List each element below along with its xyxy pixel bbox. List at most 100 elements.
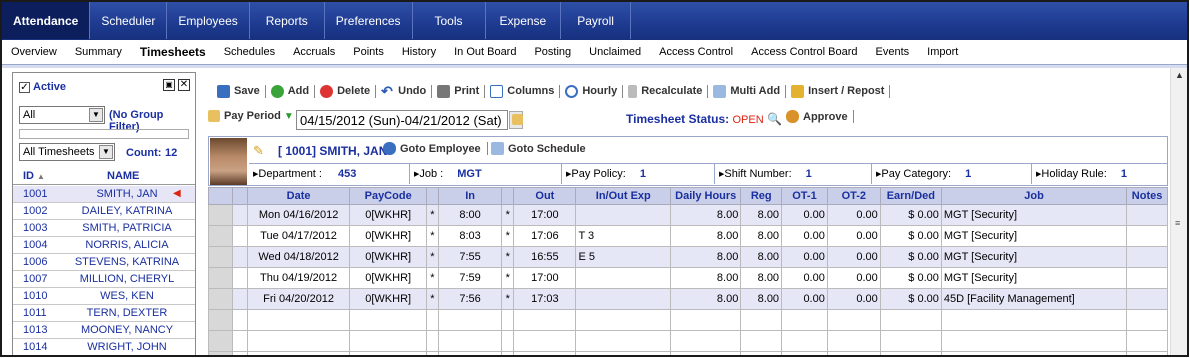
active-checkbox[interactable]: ✓	[19, 81, 30, 93]
cell-out-flag[interactable]: *	[501, 267, 515, 289]
nav-expense[interactable]: Expense	[486, 2, 562, 39]
tab-schedules[interactable]: Schedules	[215, 46, 284, 58]
cell-daily-hours[interactable]: 8.00	[670, 288, 742, 310]
row-flag[interactable]	[232, 204, 248, 226]
row-flag[interactable]	[232, 246, 248, 268]
col-inout-exp[interactable]: In/Out Exp	[575, 187, 672, 205]
tab-posting[interactable]: Posting	[525, 46, 580, 58]
active-filter[interactable]: ✓ Active	[19, 81, 66, 93]
tab-in-out-board[interactable]: In Out Board	[445, 46, 525, 58]
scroll-up-icon[interactable]: ▲	[1175, 70, 1184, 80]
cell-job[interactable]: MGT [Security]	[940, 225, 1128, 247]
cell-inout-exp[interactable]	[575, 267, 672, 289]
tab-history[interactable]: History	[393, 46, 445, 58]
cell-ot2[interactable]: 0.00	[826, 225, 881, 247]
list-item[interactable]: 1004 NORRIS, ALICIA	[13, 237, 195, 254]
nav-reports[interactable]: Reports	[250, 2, 325, 39]
cell-in[interactable]: 8:00	[438, 204, 503, 226]
row-selector[interactable]	[207, 351, 234, 355]
tab-import[interactable]: Import	[918, 46, 967, 58]
cell-job[interactable]: 45D [Facility Management]	[940, 288, 1128, 310]
col-out[interactable]: Out	[513, 187, 577, 205]
nav-employees[interactable]: Employees	[167, 2, 250, 39]
cell-job[interactable]: MGT [Security]	[940, 204, 1128, 226]
cell-ot2[interactable]: 0.00	[826, 288, 881, 310]
nav-tools[interactable]: Tools	[413, 2, 486, 39]
nav-preferences[interactable]: Preferences	[325, 2, 413, 39]
cell-daily-hours[interactable]: 8.00	[670, 225, 742, 247]
nav-attendance[interactable]: Attendance	[2, 2, 91, 39]
cell-notes[interactable]	[1126, 225, 1168, 247]
cell-in-flag[interactable]: *	[425, 267, 440, 289]
cell-inout-exp[interactable]: E 5	[575, 246, 672, 268]
cell-in-flag[interactable]: *	[425, 246, 440, 268]
cell-earn-ded[interactable]: $ 0.00	[879, 204, 942, 226]
nav-scheduler[interactable]: Scheduler	[90, 2, 168, 39]
table-row[interactable]: Thu 04/19/2012 0[WKHR] * 7:59 * 17:00 8.00 8.00…	[207, 267, 1168, 289]
list-item[interactable]: 1014 WRIGHT, JOHN	[13, 339, 195, 355]
tab-events[interactable]: Events	[867, 46, 919, 58]
cell-out-flag[interactable]: *	[501, 288, 515, 310]
cell-reg[interactable]: 8.00	[740, 246, 783, 268]
col-paycode[interactable]: PayCode	[349, 187, 427, 205]
row-selector[interactable]	[207, 267, 234, 289]
list-item[interactable]: 1003 SMITH, PATRICIA	[13, 220, 195, 237]
cell-ot1[interactable]: 0.00	[781, 225, 828, 247]
tab-access-control[interactable]: Access Control	[650, 46, 742, 58]
cell-out[interactable]: 17:00	[513, 204, 577, 226]
cell-ot2[interactable]: 0.00	[826, 246, 881, 268]
cell-earn-ded[interactable]: $ 0.00	[879, 246, 942, 268]
cell-ot1[interactable]: 0.00	[781, 267, 828, 289]
cell-earn-ded[interactable]: $ 0.00	[879, 225, 942, 247]
cell-in-flag[interactable]: *	[425, 225, 440, 247]
undo-button[interactable]: ↶ Undo	[376, 84, 433, 98]
row-selector[interactable]	[207, 225, 234, 247]
cell-in[interactable]: 7:56	[438, 288, 503, 310]
cell-out[interactable]: 17:00	[513, 267, 577, 289]
multi-add-button[interactable]: Multi Add	[708, 84, 787, 98]
cell-paycode[interactable]: 0[WKHR]	[349, 225, 427, 247]
cell-reg[interactable]: 8.00	[740, 204, 783, 226]
nav-payroll[interactable]: Payroll	[561, 2, 631, 39]
col-reg[interactable]: Reg	[740, 187, 783, 205]
col-notes[interactable]: Notes	[1126, 187, 1168, 205]
cell-paycode[interactable]: 0[WKHR]	[349, 288, 427, 310]
cell-reg[interactable]: 8.00	[740, 225, 783, 247]
cell-out[interactable]: 17:03	[513, 288, 577, 310]
col-daily-hours[interactable]: Daily Hours	[670, 187, 742, 205]
cell-paycode[interactable]: 0[WKHR]	[349, 204, 427, 226]
print-button[interactable]: Print	[432, 84, 486, 98]
tab-unclaimed[interactable]: Unclaimed	[580, 46, 650, 58]
pay-period-select[interactable]: 04/15/2012 (Sun)-04/21/2012 (Sat)	[296, 110, 508, 130]
vertical-scrollbar[interactable]: ▲ ≡	[1170, 68, 1187, 355]
save-button[interactable]: Save	[212, 84, 266, 98]
cell-out-flag[interactable]: *	[501, 204, 515, 226]
row-selector[interactable]	[207, 246, 234, 268]
tab-overview[interactable]: Overview	[2, 46, 66, 58]
cell-notes[interactable]	[1126, 204, 1168, 226]
cell-date[interactable]: Tue 04/17/2012	[246, 225, 351, 247]
cell-daily-hours[interactable]: 8.00	[670, 204, 742, 226]
cell-ot1[interactable]: 0.00	[781, 204, 828, 226]
cell-job[interactable]: MGT [Security]	[940, 246, 1128, 268]
col-ot2[interactable]: OT-2	[826, 187, 881, 205]
col-job[interactable]: Job	[940, 187, 1128, 205]
magnifier-icon[interactable]: 🔍	[767, 112, 782, 126]
approve-button[interactable]: Approve	[786, 110, 854, 123]
col-id[interactable]: ID	[23, 170, 34, 182]
cell-job[interactable]: MGT [Security]	[940, 267, 1128, 289]
list-item[interactable]: 1007 MILLION, CHERYL	[13, 271, 195, 288]
close-icon[interactable]: ✕	[178, 79, 190, 91]
empty-row[interactable]	[207, 309, 1168, 331]
cell-inout-exp[interactable]: T 3	[575, 225, 672, 247]
cell-notes[interactable]	[1126, 246, 1168, 268]
row-flag[interactable]	[232, 288, 248, 310]
tab-accruals[interactable]: Accruals	[284, 46, 344, 58]
goto-schedule-button[interactable]: Goto Schedule	[491, 142, 586, 155]
cell-paycode[interactable]: 0[WKHR]	[349, 267, 427, 289]
cell-out-flag[interactable]: *	[501, 246, 515, 268]
caret-down-icon[interactable]: ▼	[284, 111, 294, 122]
cell-date[interactable]: Thu 04/19/2012	[246, 267, 351, 289]
cell-reg[interactable]: 8.00	[740, 267, 783, 289]
cell-date[interactable]: Mon 04/16/2012	[246, 204, 351, 226]
